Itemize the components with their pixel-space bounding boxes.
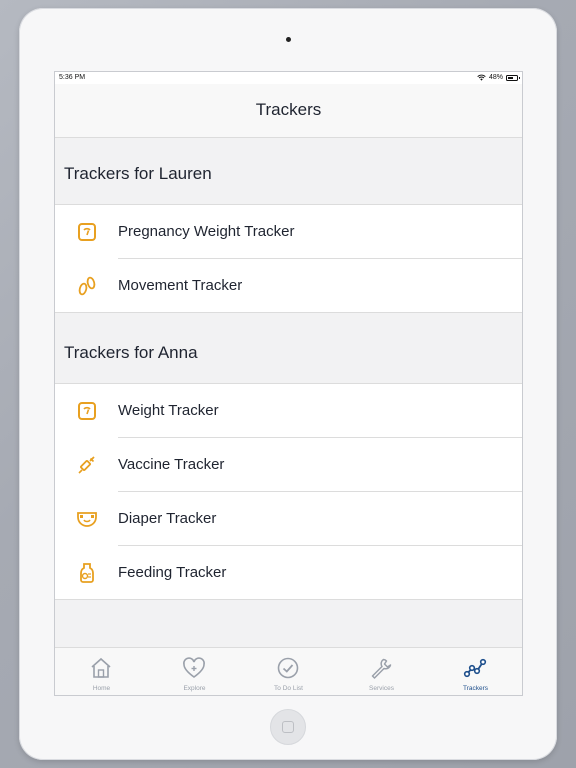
tracker-row-weight[interactable]: Weight Tracker: [55, 384, 522, 438]
tracker-label: Movement Tracker: [118, 277, 243, 294]
battery-percent: 48%: [488, 74, 503, 81]
page-title: Trackers: [255, 100, 322, 119]
diaper-icon: [77, 512, 97, 527]
tab-label: Services: [369, 685, 394, 692]
scale-icon: [78, 402, 96, 420]
section-title: Trackers for Anna: [64, 343, 198, 362]
tab-label: Trackers: [462, 685, 489, 692]
navigation-bar: Trackers: [55, 84, 522, 138]
camera: [286, 37, 291, 42]
tab-label: To Do List: [274, 685, 303, 692]
tracker-row-pregnancy-weight[interactable]: Pregnancy Weight Tracker: [55, 205, 522, 259]
bottle-icon: [80, 563, 94, 583]
section-header-anna: Trackers for Anna: [55, 313, 522, 384]
tracker-label: Pregnancy Weight Tracker: [118, 223, 295, 240]
footprints-icon: [78, 276, 96, 296]
trackers-list: Trackers for Lauren Pregnancy Weight Tra…: [55, 138, 522, 647]
wrench-icon: [371, 658, 392, 679]
tracker-label: Diaper Tracker: [118, 510, 217, 527]
scale-icon: [78, 223, 96, 241]
status-time: 5:36 PM: [59, 74, 86, 81]
tab-label: Explore: [183, 685, 206, 692]
syringe-icon: [78, 456, 95, 474]
tracker-row-movement[interactable]: Movement Tracker: [55, 259, 522, 313]
battery-icon: [506, 74, 520, 81]
tab-bar: Home Explore To Do List Services Tracker…: [55, 647, 522, 695]
tracker-label: Feeding Tracker: [118, 564, 227, 581]
check-circle-icon: [277, 657, 299, 679]
tracker-row-vaccine[interactable]: Vaccine Tracker: [55, 438, 522, 492]
status-indicators: 48%: [477, 74, 520, 81]
status-bar: 5:36 PM 48%: [55, 72, 522, 84]
tab-label: Home: [92, 685, 111, 692]
tab-services[interactable]: Services: [335, 648, 428, 695]
tab-todo[interactable]: To Do List: [242, 648, 335, 695]
chart-line-icon: [463, 658, 487, 678]
house-icon: [91, 657, 111, 678]
app-screen: 5:36 PM 48% Trackers Trackers for Lauren: [54, 71, 523, 696]
tracker-row-feeding[interactable]: Feeding Tracker: [55, 546, 522, 600]
heart-plus-icon: [183, 657, 205, 678]
tab-explore[interactable]: Explore: [148, 648, 241, 695]
tracker-label: Weight Tracker: [118, 402, 219, 419]
home-button-glyph: [282, 721, 294, 733]
tab-home[interactable]: Home: [55, 648, 148, 695]
section-title: Trackers for Lauren: [64, 164, 212, 183]
home-hardware-button[interactable]: [270, 709, 306, 745]
tab-trackers[interactable]: Trackers: [429, 648, 522, 695]
wifi-icon: [477, 74, 486, 81]
section-header-lauren: Trackers for Lauren: [55, 138, 522, 205]
tracker-row-diaper[interactable]: Diaper Tracker: [55, 492, 522, 546]
tracker-label: Vaccine Tracker: [118, 456, 225, 473]
